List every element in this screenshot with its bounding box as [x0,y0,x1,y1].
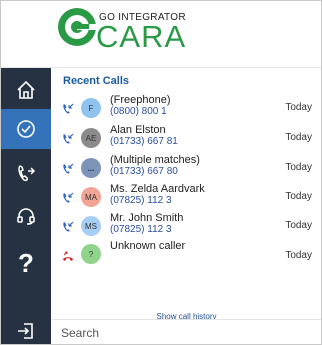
call-time: Today [285,132,312,143]
search-bar [52,319,321,344]
sidebar-item-sign-out[interactable] [1,311,51,344]
sidebar-item-home[interactable] [1,70,51,110]
sidebar-item-call-forward[interactable] [1,153,51,193]
section-title: Recent Calls [63,75,130,87]
sign-out-icon [18,323,33,339]
phone-forward-icon [18,165,36,182]
call-time: Today [285,250,312,261]
header: GO INTEGRATOR CARA [1,1,321,68]
caller-number[interactable]: (01733) 667 81 [110,136,178,147]
call-row[interactable]: MA Ms. Zelda Aardvark (07825) 112 3 Toda… [52,183,321,213]
incoming-call-icon [63,192,74,203]
incoming-call-icon [63,133,74,144]
avatar: ... [81,158,101,178]
incoming-call-icon [63,163,74,174]
help-icon: ? [18,248,34,278]
call-row[interactable]: ? Unknown caller Today [52,240,321,270]
app-window: GO INTEGRATOR CARA ? Recent Calls F (Fre… [0,0,322,345]
avatar: F [81,98,101,118]
caller-number[interactable]: (0800) 800 1 [110,106,167,117]
call-time: Today [285,220,312,231]
caller-name: Alan Elston [110,124,166,136]
avatar: AE [81,128,101,148]
call-row[interactable]: F (Freephone) (0800) 800 1 Today [52,94,321,124]
incoming-call-icon [63,221,74,232]
incoming-call-icon [63,103,74,114]
sidebar-item-recent-calls[interactable] [1,109,51,149]
caller-number[interactable]: (07825) 112 3 [110,195,172,206]
caller-number[interactable]: (01733) 667 80 [110,166,178,177]
clock-icon [17,120,35,138]
sidebar: ? [1,68,51,344]
sidebar-item-help[interactable]: ? [1,243,51,283]
cara-logo-icon [58,8,97,46]
caller-name: Unknown caller [110,240,186,252]
call-row[interactable]: ... (Multiple matches) (01733) 667 80 To… [52,154,321,184]
search-input[interactable] [61,325,311,341]
brand-title: CARA [96,19,187,54]
caller-name: (Freephone) [110,94,171,106]
call-row[interactable]: MS Mr. John Smith (07825) 112 3 Today [52,212,321,242]
call-row[interactable]: AE Alan Elston (01733) 667 81 Today [52,124,321,154]
home-icon [17,80,35,99]
caller-number[interactable]: (07825) 112 3 [110,224,172,235]
headset-icon [17,208,35,225]
caller-name: Mr. John Smith [110,212,184,224]
sidebar-item-headset[interactable] [1,196,51,236]
avatar: ? [81,244,101,264]
call-time: Today [285,162,312,173]
call-time: Today [285,102,312,113]
call-time: Today [285,191,312,202]
missed-call-icon [63,251,73,261]
caller-name: Ms. Zelda Aardvark [110,183,205,195]
recent-calls-panel: Recent Calls F (Freephone) (0800) 800 1 … [52,68,321,321]
avatar: MS [81,216,101,236]
caller-name: (Multiple matches) [110,154,200,166]
avatar: MA [81,187,101,207]
